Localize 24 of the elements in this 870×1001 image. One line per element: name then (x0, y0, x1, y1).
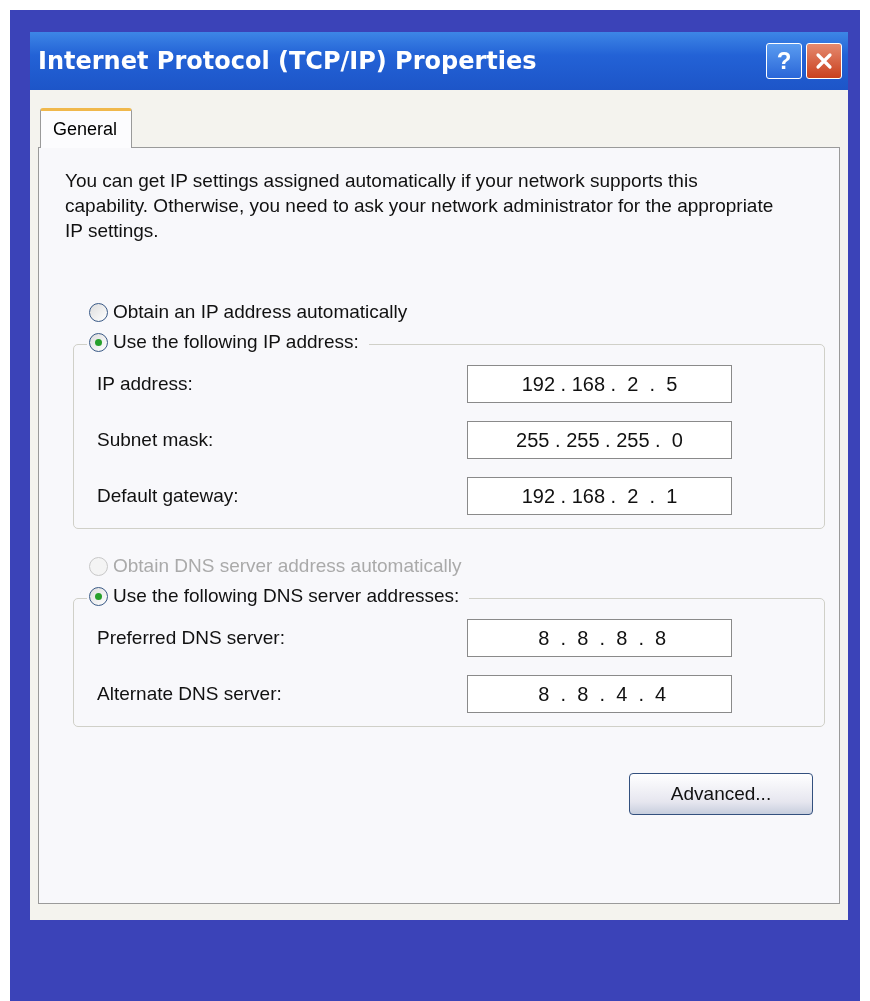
radio-label: Obtain DNS server address automatically (113, 555, 462, 577)
field-label: Alternate DNS server: (97, 683, 283, 705)
field-label: Subnet mask: (97, 429, 215, 451)
advanced-button[interactable]: Advanced... (629, 773, 813, 815)
ip-address-field[interactable]: 192 . 168 . 2 . 1 (467, 477, 732, 515)
radio-button[interactable] (89, 332, 108, 352)
field-label: IP address: (97, 373, 194, 395)
ip-address-field[interactable]: 8 . 8 . 4 . 4 (467, 675, 732, 713)
ip-address-field[interactable]: 255 . 255 . 255 . 0 (467, 421, 732, 459)
radio-button[interactable] (89, 302, 108, 322)
radio-button[interactable] (89, 586, 108, 606)
field-label: Default gateway: (97, 485, 240, 507)
intro-text: You can get IP settings assigned automatically if your network supports this capability. Otherwise, you need to ask your network administrator for the appropriate IP settings. (65, 169, 775, 243)
tab[interactable]: General (40, 108, 133, 148)
ip-address-field[interactable]: 192 . 168 . 2 . 5 (467, 365, 732, 403)
window-title: Internet Protocol (TCP/IP) Properties (38, 47, 537, 75)
ip-address-field[interactable]: 8 . 8 . 8 . 8 (467, 619, 732, 657)
field-label: Preferred DNS server: (97, 627, 286, 649)
close-button[interactable] (806, 43, 842, 79)
radio-label: Obtain an IP address automatically (113, 301, 408, 323)
radio-label: Use the following DNS server addresses: (113, 585, 460, 607)
help-button[interactable]: ? (766, 43, 802, 79)
close-icon (815, 52, 833, 70)
radio-label: Use the following IP address: (113, 331, 359, 353)
